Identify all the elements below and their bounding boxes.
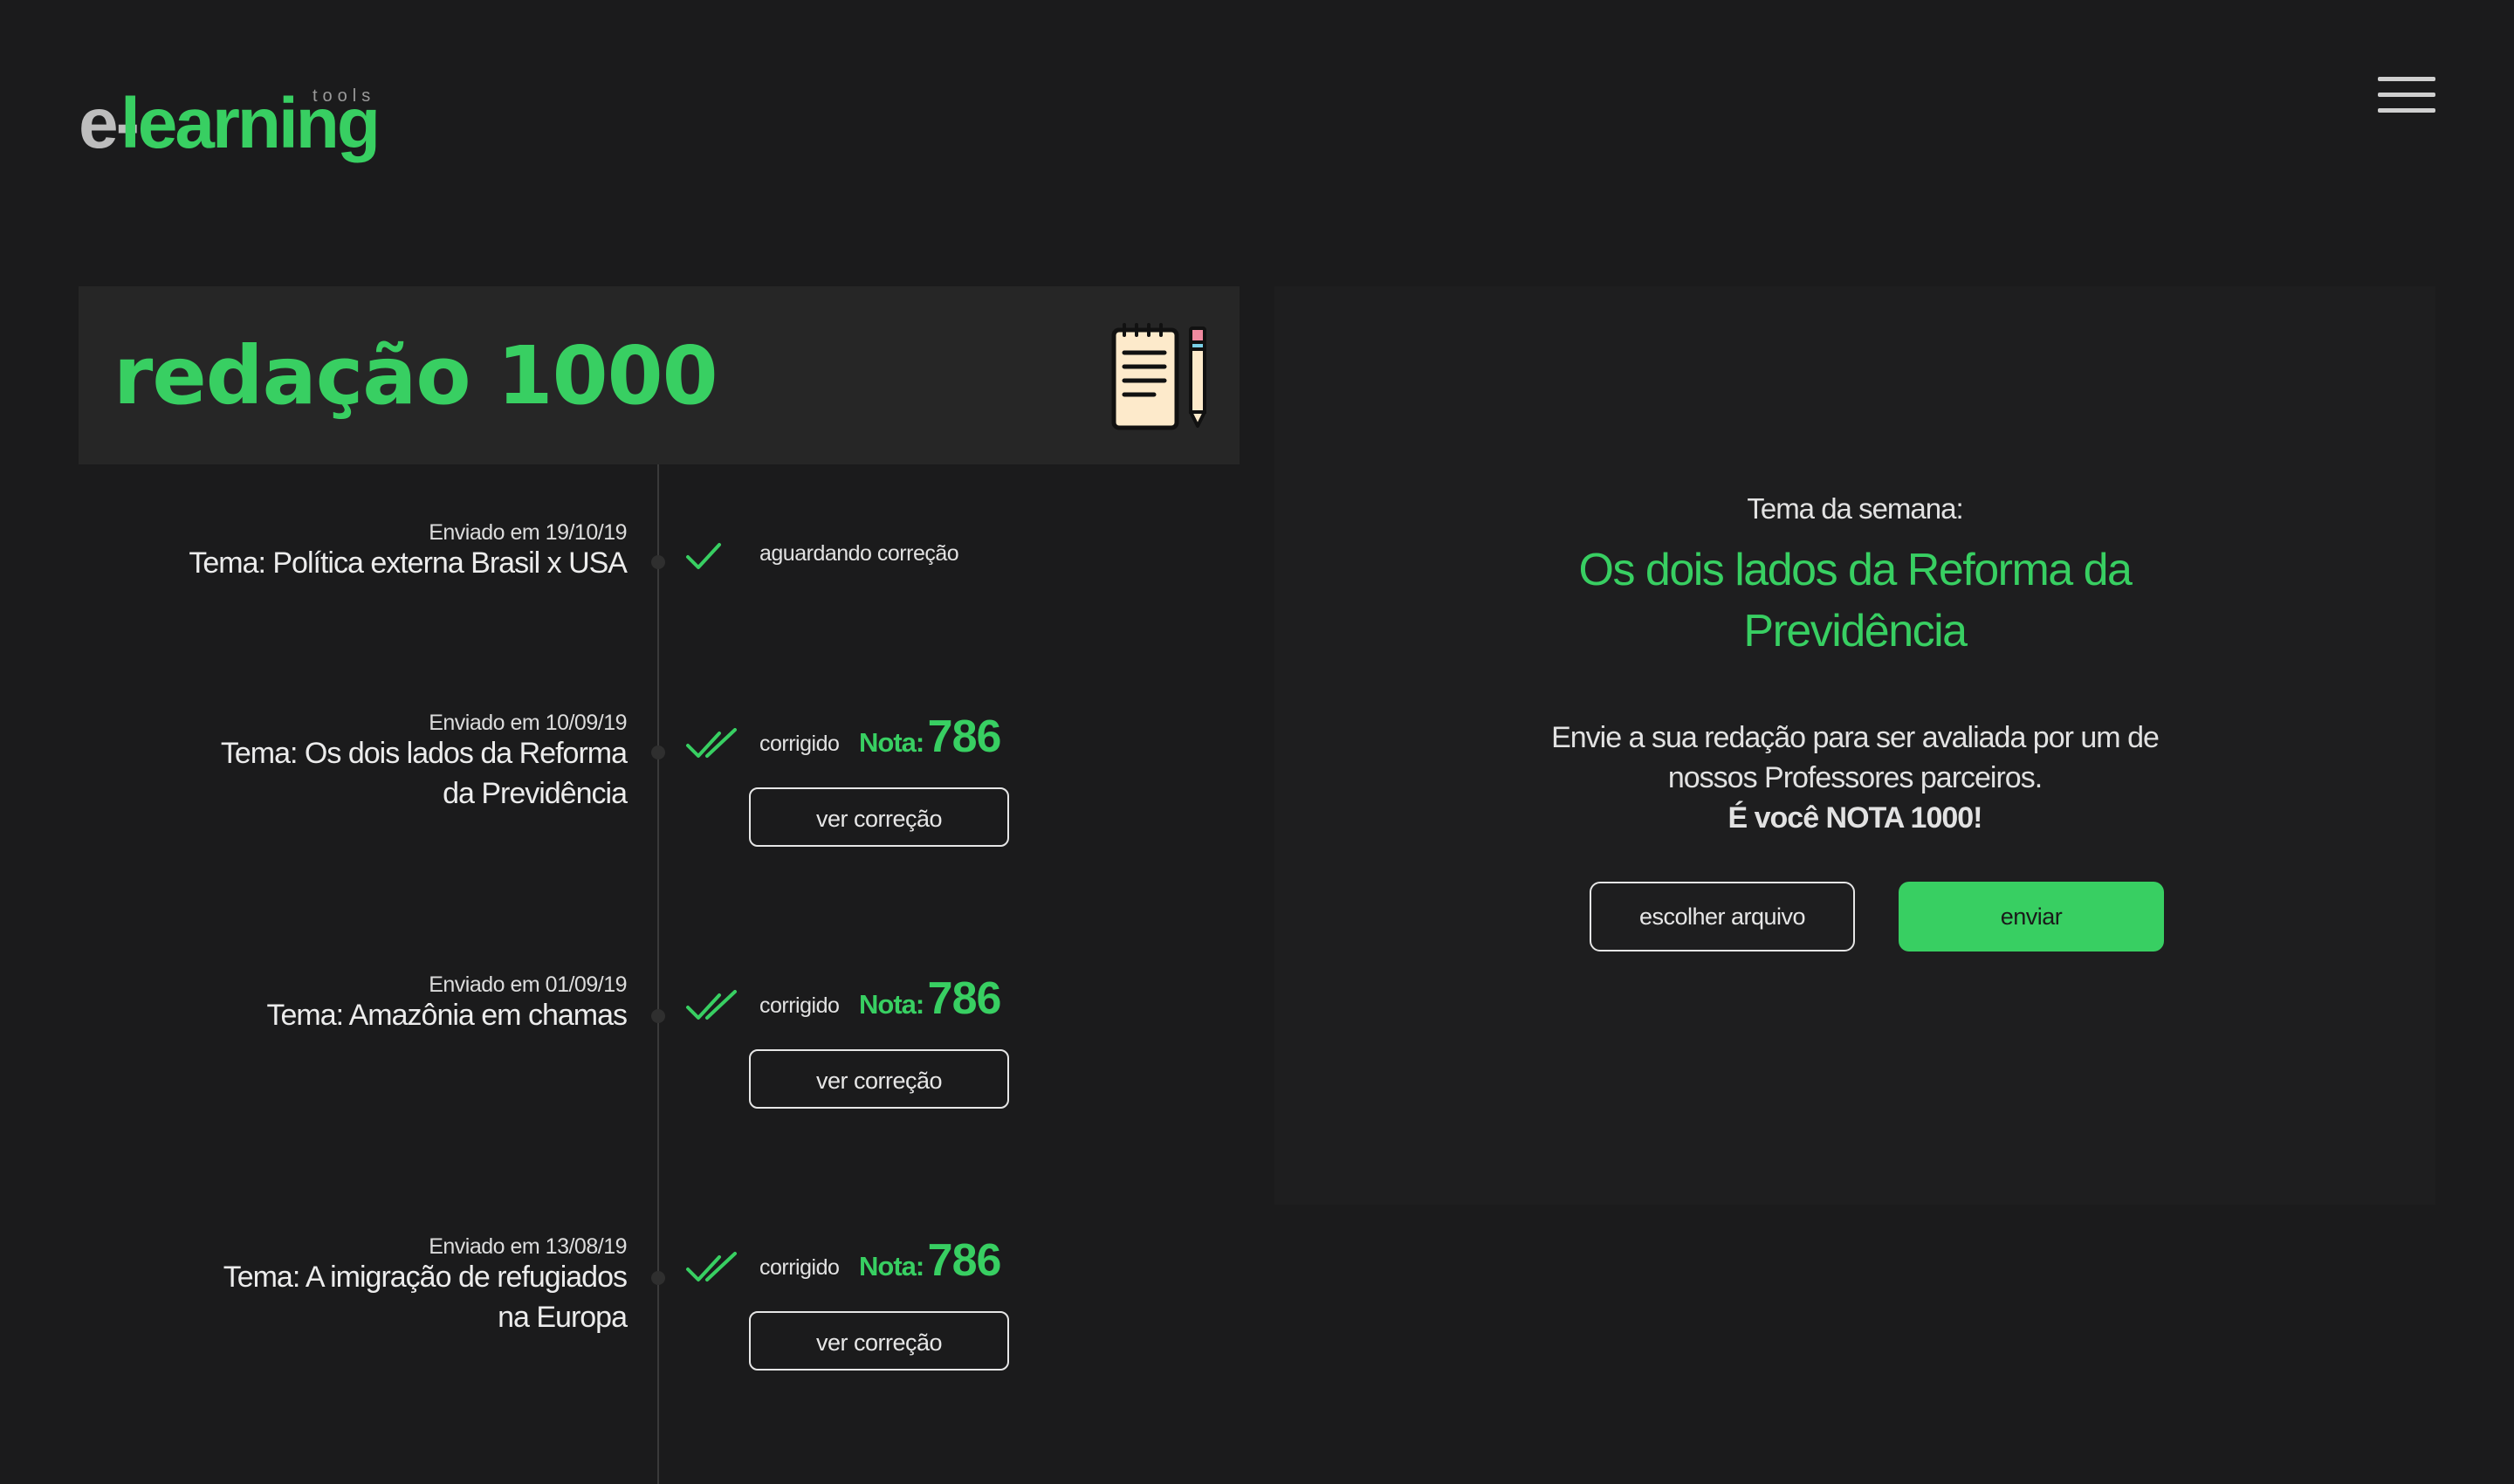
theme-line: na Europa	[498, 1301, 628, 1334]
submission-date: Enviado em 19/10/19	[429, 520, 627, 545]
menu-bar	[2378, 108, 2435, 113]
grade: Nota: 786	[859, 972, 1002, 1025]
theme-line: Tema: Política externa Brasil x USA	[189, 546, 628, 580]
logo[interactable]: e- learning tools	[79, 80, 410, 168]
menu-bar	[2378, 77, 2435, 81]
menu-bar	[2378, 93, 2435, 97]
week-theme-title: Os dois lados da Reforma da Previdência	[1578, 545, 2133, 656]
grade: Nota: 786	[859, 1234, 1002, 1287]
upload-emphasis: É você NOTA 1000!	[1728, 801, 1982, 835]
submission-date: Enviado em 13/08/19	[429, 1234, 627, 1259]
grade: Nota: 786	[859, 711, 1002, 763]
timeline-dot	[651, 1271, 665, 1285]
choose-file-button[interactable]: escolher arquivo	[1590, 882, 1855, 952]
submission-theme: Tema: Os dois lados da Reforma da Previd…	[173, 733, 628, 814]
submission-date: Enviado em 10/09/19	[429, 711, 627, 735]
view-correction-button[interactable]: ver correção	[749, 1311, 1009, 1371]
single-check-icon	[686, 543, 721, 569]
status-label: corrigido	[759, 1255, 840, 1280]
hamburger-menu-icon[interactable]	[2378, 77, 2435, 113]
grade-label: Nota:	[859, 989, 924, 1020]
upload-panel: Tema da semana: Os dois lados da Reforma…	[1274, 286, 2435, 1205]
grade-value: 786	[927, 1235, 1002, 1286]
timeline-line	[657, 464, 659, 1484]
status-label: corrigido	[759, 993, 840, 1018]
double-check-icon	[686, 990, 737, 1020]
page-title: redação 1000	[113, 329, 718, 423]
submission-theme: Tema: A imigração de refugiados na Europ…	[173, 1257, 628, 1337]
send-button[interactable]: enviar	[1899, 882, 2164, 952]
notepad-pencil-icon	[1111, 323, 1206, 430]
theme-line: Tema: A imigração de refugiados	[223, 1261, 628, 1294]
grade-label: Nota:	[859, 727, 924, 758]
status-label: aguardando correção	[759, 541, 959, 566]
timeline-dot	[651, 745, 665, 759]
status-label: corrigido	[759, 732, 840, 756]
grade-label: Nota:	[859, 1251, 924, 1281]
view-correction-button[interactable]: ver correção	[749, 787, 1009, 847]
week-theme-label: Tema da semana:	[1747, 492, 1963, 525]
timeline-dot	[651, 1009, 665, 1023]
upload-description: Envie a sua redação para ser avaliada po…	[1506, 718, 2204, 838]
theme-line: Tema: Os dois lados da Reforma	[220, 737, 628, 770]
theme-line: da Previdência	[443, 777, 628, 810]
double-check-icon	[686, 1252, 737, 1281]
theme-line: Tema: Amazônia em chamas	[266, 999, 628, 1032]
title-panel: redação 1000	[79, 286, 1240, 464]
submission-theme: Tema: Amazônia em chamas	[173, 995, 628, 1035]
upload-description-text: Envie a sua redação para ser avaliada po…	[1551, 721, 2160, 794]
submission-theme: Tema: Política externa Brasil x USA	[173, 543, 628, 583]
logo-suffix: tools	[313, 86, 376, 106]
timeline-dot	[651, 555, 665, 569]
double-check-icon	[686, 728, 737, 758]
view-correction-button[interactable]: ver correção	[749, 1049, 1009, 1109]
submission-date: Enviado em 01/09/19	[429, 972, 627, 997]
grade-value: 786	[927, 973, 1002, 1024]
grade-value: 786	[927, 711, 1002, 762]
